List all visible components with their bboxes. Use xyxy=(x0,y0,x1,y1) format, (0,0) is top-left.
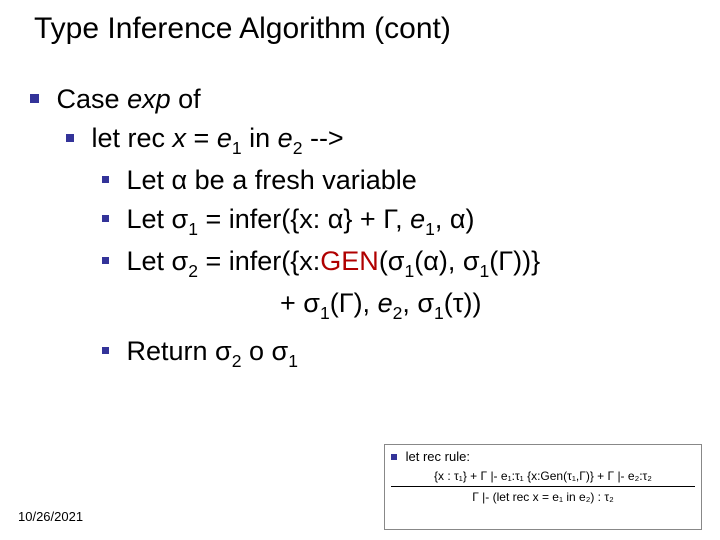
text-letrec-pre: let rec xyxy=(92,123,173,153)
footer-date: 10/26/2021 xyxy=(18,509,83,524)
text-s2b-mid: , σ xyxy=(402,288,434,318)
text-s2-postgen: (σ xyxy=(379,246,405,276)
text-s2-mid: = infer({x: xyxy=(198,246,320,276)
bullet-icon xyxy=(102,347,109,354)
text-case-pre: Case xyxy=(57,84,128,114)
text-e2: e xyxy=(278,123,293,153)
bullet-letrec: let rec x = e1 in e2 --> xyxy=(66,119,690,161)
text-s2b-pre: + σ xyxy=(280,288,320,318)
bullet-case: Case exp of xyxy=(30,80,690,119)
text-case-post: of xyxy=(171,84,201,114)
text-s2b-after: (Γ), xyxy=(330,288,378,318)
sub-r1: 1 xyxy=(288,351,298,371)
bullet-icon xyxy=(102,176,109,183)
bullet-icon xyxy=(102,215,109,222)
text-e2b: e xyxy=(378,288,393,318)
text-s2b-end: (τ)) xyxy=(444,288,482,318)
text-x: x xyxy=(173,123,187,153)
rule-box: let rec rule: {x : τ₁} + Γ |- e₁:τ₁ {x:G… xyxy=(384,444,702,530)
text-s2-alpha: (α), σ xyxy=(414,246,479,276)
sub-s1b: 1 xyxy=(480,261,490,281)
bullet-icon xyxy=(391,454,397,460)
sub-s1c: 1 xyxy=(320,303,330,323)
bullet-sigma2-cont: + σ1(Γ), e2, σ1(τ)) xyxy=(280,284,690,326)
rule-premises: {x : τ₁} + Γ |- e₁:τ₁ {x:Gen(τ₁,Γ)} + Γ … xyxy=(432,468,654,484)
inference-rule: {x : τ₁} + Γ |- e₁:τ₁ {x:Gen(τ₁,Γ)} + Γ … xyxy=(391,468,695,505)
bullet-icon xyxy=(66,134,74,142)
rule-conclusion: Γ |- (let rec x = e₁ in e₂) : τ₂ xyxy=(470,489,616,505)
slide: Type Inference Algorithm (cont) Case exp… xyxy=(0,0,720,540)
sub-2: 2 xyxy=(293,138,303,158)
text-s2-pre: Let σ xyxy=(127,246,189,276)
bullet-icon xyxy=(102,257,109,264)
content-body: Case exp of let rec x = e1 in e2 --> Let… xyxy=(30,80,690,373)
text-e: e xyxy=(410,204,425,234)
sub-s2: 2 xyxy=(188,261,198,281)
text-eq: = xyxy=(186,123,217,153)
sub-e1: 1 xyxy=(425,219,435,239)
sub-1: 1 xyxy=(232,138,242,158)
slide-title: Type Inference Algorithm (cont) xyxy=(34,12,451,46)
text-e1: e xyxy=(217,123,232,153)
rule-label-row: let rec rule: xyxy=(391,449,695,464)
bullet-sigma2: Let σ2 = infer({x:GEN(σ1(α), σ1(Γ))} xyxy=(102,242,690,284)
rule-line xyxy=(391,486,695,487)
text-exp: exp xyxy=(127,84,171,114)
sub-s1: 1 xyxy=(188,219,198,239)
text-compose: o σ xyxy=(242,336,289,366)
text-in: in xyxy=(242,123,278,153)
rule-label: let rec rule: xyxy=(406,449,470,464)
text-gen: GEN xyxy=(320,246,379,276)
sub-s1d: 1 xyxy=(434,303,444,323)
bullet-icon xyxy=(30,94,39,103)
text-return: Return σ xyxy=(127,336,232,366)
text-arrow: --> xyxy=(302,123,343,153)
sub-r2: 2 xyxy=(232,351,242,371)
bullet-return: Return σ2 o σ1 xyxy=(102,332,690,374)
text-fresh: Let α be a fresh variable xyxy=(127,165,417,195)
text-s1-mid: = infer({x: α} + Γ, xyxy=(198,204,410,234)
sub-e2: 2 xyxy=(393,303,403,323)
sub-s1a: 1 xyxy=(404,261,414,281)
text-s1-end: , α) xyxy=(435,204,475,234)
text-s1-pre: Let σ xyxy=(127,204,189,234)
bullet-fresh: Let α be a fresh variable xyxy=(102,161,690,200)
text-s2-close: (Γ))} xyxy=(489,246,540,276)
bullet-sigma1: Let σ1 = infer({x: α} + Γ, e1, α) xyxy=(102,200,690,242)
